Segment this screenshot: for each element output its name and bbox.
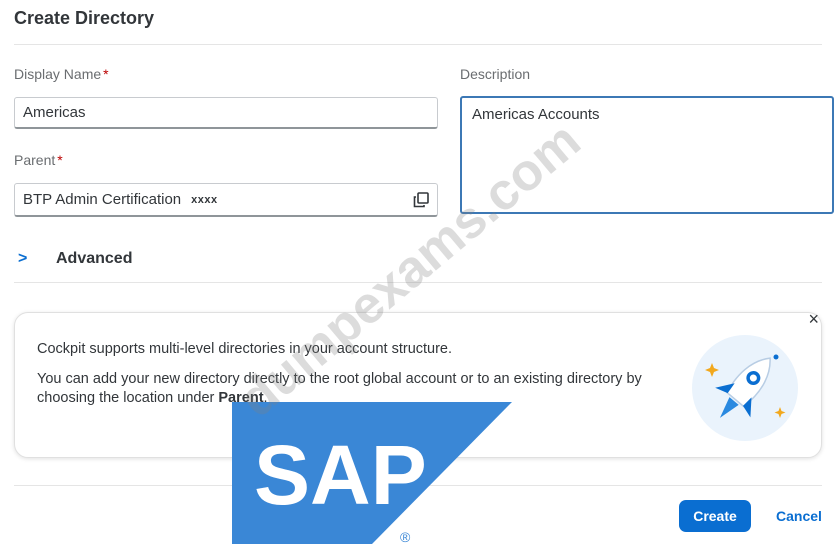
create-button[interactable]: Create: [679, 500, 751, 532]
cancel-button[interactable]: Cancel: [766, 500, 832, 532]
chevron-right-icon: >: [18, 250, 28, 267]
svg-text:®: ®: [400, 529, 411, 544]
advanced-divider: [14, 282, 822, 283]
svg-text:SAP: SAP: [254, 428, 427, 522]
parent-masked-suffix: xxxx: [191, 193, 218, 206]
info-line-2-text: You can add your new directory directly …: [37, 371, 642, 406]
sap-logo: SAP ®: [232, 402, 512, 544]
display-name-label: Display Name *: [14, 66, 109, 82]
display-name-value: Americas: [23, 104, 86, 121]
parent-label: Parent *: [14, 152, 63, 168]
rocket-icon: [692, 335, 798, 441]
required-mark: *: [57, 152, 63, 168]
advanced-toggle[interactable]: > Advanced: [18, 250, 132, 268]
description-textarea[interactable]: Americas Accounts: [460, 96, 834, 214]
display-name-label-text: Display Name: [14, 66, 102, 82]
title-divider: [14, 44, 822, 45]
description-label: Description: [460, 66, 531, 82]
info-line-1: Cockpit supports multi-level directories…: [37, 341, 453, 357]
parent-label-text: Parent: [14, 152, 56, 168]
advanced-label: Advanced: [56, 250, 133, 267]
parent-value: BTP Admin Certification: [23, 191, 182, 208]
value-help-icon[interactable]: [413, 192, 429, 208]
dialog-title: Create Directory: [14, 8, 155, 28]
required-mark: *: [103, 66, 109, 82]
display-name-input[interactable]: Americas: [14, 97, 438, 129]
description-value: Americas Accounts: [472, 106, 600, 123]
close-icon[interactable]: ×: [808, 309, 819, 330]
parent-input[interactable]: BTP Admin Certification xxxx: [14, 183, 438, 217]
